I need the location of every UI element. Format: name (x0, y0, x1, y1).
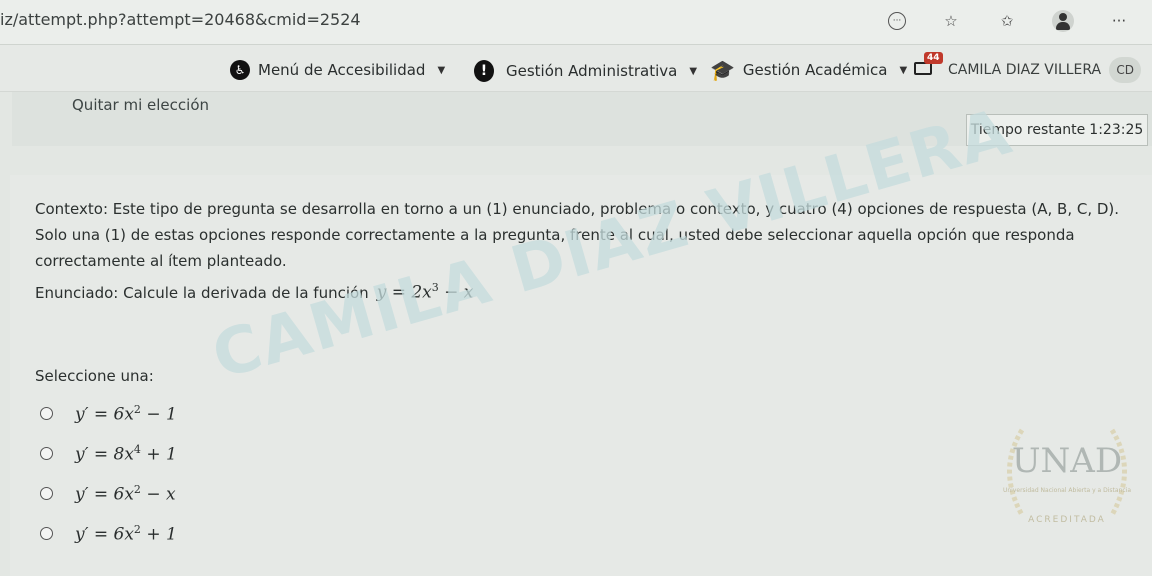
chevron-down-icon: ▼ (899, 64, 908, 76)
option-text: y′ = 6x2 − 1 (75, 403, 177, 425)
radio-button[interactable] (40, 487, 53, 501)
svg-text:ACREDITADA: ACREDITADA (1028, 515, 1106, 525)
reader-icon[interactable]: ··· (888, 12, 906, 30)
url-text[interactable]: iz/attempt.php?attempt=20468&cmid=2524 (0, 10, 361, 29)
graduation-cap-icon: 🎓 (710, 58, 735, 82)
clear-choice-link[interactable]: Quitar mi elección (72, 96, 209, 114)
timer-value: 1:23:25 (1089, 122, 1144, 138)
option-text: y′ = 6x2 + 1 (75, 523, 177, 545)
answer-option-a[interactable]: y′ = 6x2 − 1 (40, 403, 177, 425)
user-menu[interactable]: CAMILA DIAZ VILLERA CD (948, 57, 1142, 83)
option-text: y′ = 8x4 + 1 (75, 443, 177, 465)
alert-icon: ! (474, 60, 494, 82)
more-icon[interactable]: ··· (1108, 10, 1130, 32)
message-count-badge: 44 (924, 52, 943, 64)
browser-toolbar-icons: ··· ☆ ✩ ··· (888, 10, 1130, 32)
svg-text:UNAD: UNAD (1012, 441, 1122, 481)
avatar: CD (1109, 57, 1142, 83)
site-navbar: ♿ Menú de Accesibilidad ▼ ! Gestión Admi… (0, 45, 1152, 92)
svg-text:Universidad Nacional Abierta y: Universidad Nacional Abierta y a Distanc… (1003, 487, 1131, 494)
mail-icon: 44 (914, 52, 943, 78)
messages-link[interactable]: 44 (914, 52, 943, 78)
favorites-bar-icon[interactable]: ✩ (996, 10, 1018, 32)
radio-button[interactable] (40, 407, 53, 421)
administrative-menu-label: Gestión Administrativa (506, 62, 678, 80)
answer-option-d[interactable]: y′ = 6x2 + 1 (40, 523, 177, 545)
accessibility-menu-label: Menú de Accesibilidad (258, 61, 426, 79)
accessibility-icon: ♿ (230, 60, 250, 80)
chevron-down-icon: ▼ (689, 65, 698, 77)
favorite-star-icon[interactable]: ☆ (940, 10, 962, 32)
answer-option-b[interactable]: y′ = 8x4 + 1 (40, 443, 177, 465)
radio-button[interactable] (40, 447, 53, 461)
radio-button[interactable] (40, 527, 53, 541)
unad-logo: UNAD Universidad Nacional Abierta y a Di… (1003, 428, 1131, 525)
user-name: CAMILA DIAZ VILLERA (948, 62, 1102, 78)
browser-address-bar: iz/attempt.php?attempt=20468&cmid=2524 ·… (0, 0, 1152, 45)
accessibility-menu[interactable]: ♿ Menú de Accesibilidad ▼ (230, 60, 445, 80)
profile-icon[interactable] (1052, 10, 1074, 32)
chevron-down-icon: ▼ (437, 64, 446, 76)
answer-option-c[interactable]: y′ = 6x2 − x (40, 483, 176, 505)
administrative-menu[interactable]: ! Gestión Administrativa ▼ (474, 60, 697, 82)
select-one-label: Seleccione una: (35, 367, 154, 385)
academic-menu-label: Gestión Académica (742, 61, 888, 79)
option-text: y′ = 6x2 − x (75, 483, 176, 505)
academic-menu[interactable]: 🎓 Gestión Académica ▼ (710, 60, 907, 80)
